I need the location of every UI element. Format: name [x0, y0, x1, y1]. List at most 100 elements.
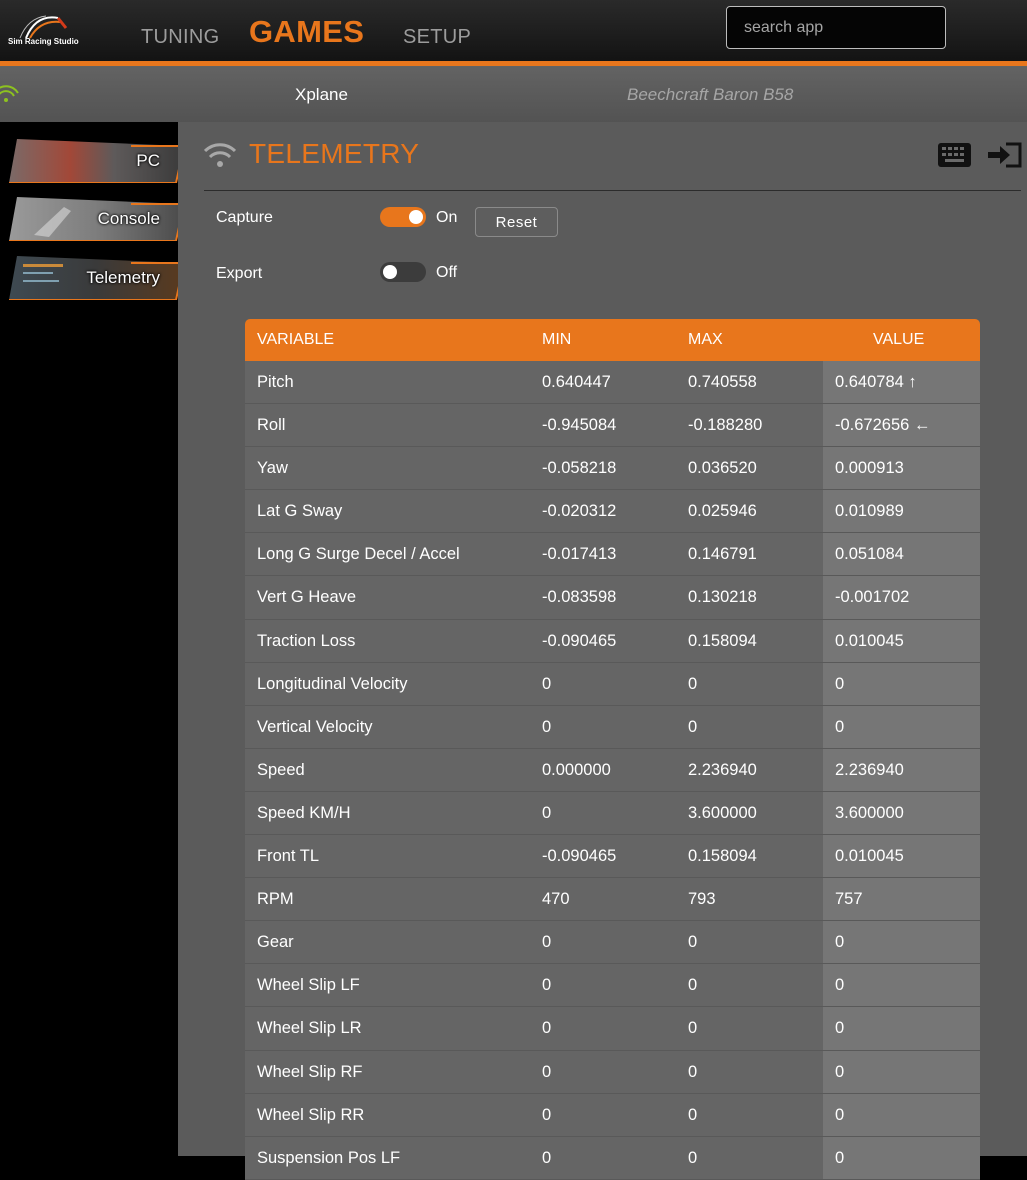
capture-label: Capture [216, 209, 273, 226]
table-body: Pitch 0.640447 0.740558 0.640784 ↑ Roll -0.94… [245, 361, 980, 1180]
toggle-knob [383, 265, 397, 279]
table-row: Front TL -0.090465 0.158094 0.010045 [245, 835, 980, 879]
variable-cell: Pitch [257, 373, 294, 391]
reset-button[interactable]: Reset [475, 207, 558, 237]
value-column-background [823, 705, 980, 748]
variable-cell: Gear [257, 933, 294, 952]
max-cell: 0.025946 [688, 502, 757, 521]
max-cell: 793 [688, 890, 716, 909]
table-row: RPM 470 793 757 [245, 878, 980, 922]
min-cell: -0.017413 [542, 545, 617, 564]
capture-state: On [436, 209, 458, 226]
sidebar-item-telemetry[interactable]: Telemetry [9, 256, 184, 300]
column-header-max[interactable]: MAX [688, 331, 723, 349]
min-cell: 0 [542, 674, 552, 693]
variable-cell: Vert G Heave [257, 588, 357, 607]
min-cell: -0.090465 [542, 631, 617, 650]
value-cell: 0 [835, 933, 845, 952]
sidebar-item-console[interactable]: Console [9, 197, 184, 241]
value-cell: 0.010045 [835, 847, 904, 866]
value-column-background [823, 1093, 980, 1136]
min-cell: 0 [542, 1148, 552, 1167]
value-cell: 0 [835, 717, 845, 736]
min-cell: 0 [542, 976, 552, 995]
sidebar-item-label: PC [136, 151, 160, 170]
value-cell: 2.236940 [835, 760, 904, 779]
telemetry-title: TELEMETRY [249, 138, 420, 169]
variable-cell: Wheel Slip LR [257, 1019, 362, 1038]
variable-cell: Suspension Pos LF [257, 1148, 401, 1167]
exit-icon[interactable] [986, 141, 1022, 169]
value-column-background [823, 1050, 980, 1093]
nav-tuning[interactable]: TUNING [141, 26, 219, 49]
table-row: Wheel Slip LR 0 0 0 [245, 1007, 980, 1051]
export-label: Export [216, 265, 263, 282]
telemetry-table: VARIABLE MIN MAX VALUE Pitch 0.640447 0.74… [245, 319, 980, 1180]
value-column-background [823, 662, 980, 705]
min-cell: 0 [542, 933, 552, 952]
min-cell: -0.090465 [542, 847, 617, 866]
min-cell: 0 [542, 803, 552, 822]
value-cell: 0.051084 [835, 545, 904, 564]
logo-text: Sim Racing Studio [8, 37, 79, 46]
value-cell: 0.640784 ↑ [835, 373, 917, 391]
min-cell: -0.058218 [542, 459, 617, 478]
min-cell: -0.020312 [542, 502, 617, 521]
game-bar [0, 66, 1027, 122]
column-header-min[interactable]: MIN [542, 331, 571, 349]
min-cell: 0 [542, 1105, 552, 1124]
table-row: Long G Surge Decel / Accel -0.017413 0.146… [245, 533, 980, 577]
value-column-background [823, 964, 980, 1007]
variable-cell: Long G Surge Decel / Accel [257, 545, 460, 564]
max-cell: 0 [688, 976, 698, 995]
min-cell: -0.083598 [542, 588, 617, 607]
value-cell: 0.000913 [835, 459, 904, 478]
max-cell: -0.188280 [688, 416, 763, 435]
nav-games[interactable]: GAMES [249, 14, 364, 50]
export-toggle[interactable] [380, 262, 426, 282]
min-cell: 0 [542, 1062, 552, 1081]
max-cell: 0 [688, 1062, 698, 1081]
search-input[interactable] [726, 6, 946, 49]
variable-cell: Roll [257, 416, 286, 435]
variable-cell: Wheel Slip RR [257, 1105, 365, 1124]
telemetry-wifi-icon [204, 143, 236, 167]
min-cell: 470 [542, 890, 570, 909]
max-cell: 0 [688, 674, 698, 693]
game-name: Xplane [295, 85, 348, 104]
min-cell: 0 [542, 1019, 552, 1038]
sidebar-item-pc[interactable]: PC [9, 139, 184, 183]
capture-toggle[interactable] [380, 207, 426, 227]
aircraft-name: Beechcraft Baron B58 [627, 85, 794, 104]
sidebar-item-label: Console [97, 209, 160, 228]
max-cell: 0 [688, 717, 698, 736]
column-header-variable[interactable]: VARIABLE [257, 331, 334, 349]
sidebar-item-label: Telemetry [86, 268, 160, 287]
variable-cell: Longitudinal Velocity [257, 674, 408, 693]
max-cell: 0.158094 [688, 847, 757, 866]
variable-cell: Wheel Slip LF [257, 976, 360, 995]
value-column-background [823, 1136, 980, 1179]
column-header-value[interactable]: VALUE [873, 331, 924, 349]
table-row: Wheel Slip LF 0 0 0 [245, 964, 980, 1008]
nav-setup[interactable]: SETUP [403, 26, 471, 49]
wifi-status-icon [0, 85, 19, 102]
table-row: Suspension Pos LF 0 0 0 [245, 1136, 980, 1180]
max-cell: 0 [688, 1105, 698, 1124]
keyboard-icon[interactable] [938, 143, 971, 167]
value-cell: 0 [835, 976, 845, 995]
min-cell: -0.945084 [542, 416, 617, 435]
table-row: Vert G Heave -0.083598 0.130218 -0.001702 [245, 576, 980, 620]
min-cell: 0.640447 [542, 373, 611, 391]
variable-cell: Vertical Velocity [257, 717, 373, 736]
value-cell: 0 [835, 1019, 845, 1038]
value-cell: 3.600000 [835, 803, 904, 822]
max-cell: 3.600000 [688, 803, 757, 822]
variable-cell: Lat G Sway [257, 502, 343, 521]
max-cell: 0.158094 [688, 631, 757, 650]
variable-cell: Wheel Slip RF [257, 1062, 363, 1081]
value-cell: 0 [835, 674, 845, 693]
table-row: Gear 0 0 0 [245, 921, 980, 965]
max-cell: 0 [688, 1148, 698, 1167]
max-cell: 2.236940 [688, 760, 757, 779]
